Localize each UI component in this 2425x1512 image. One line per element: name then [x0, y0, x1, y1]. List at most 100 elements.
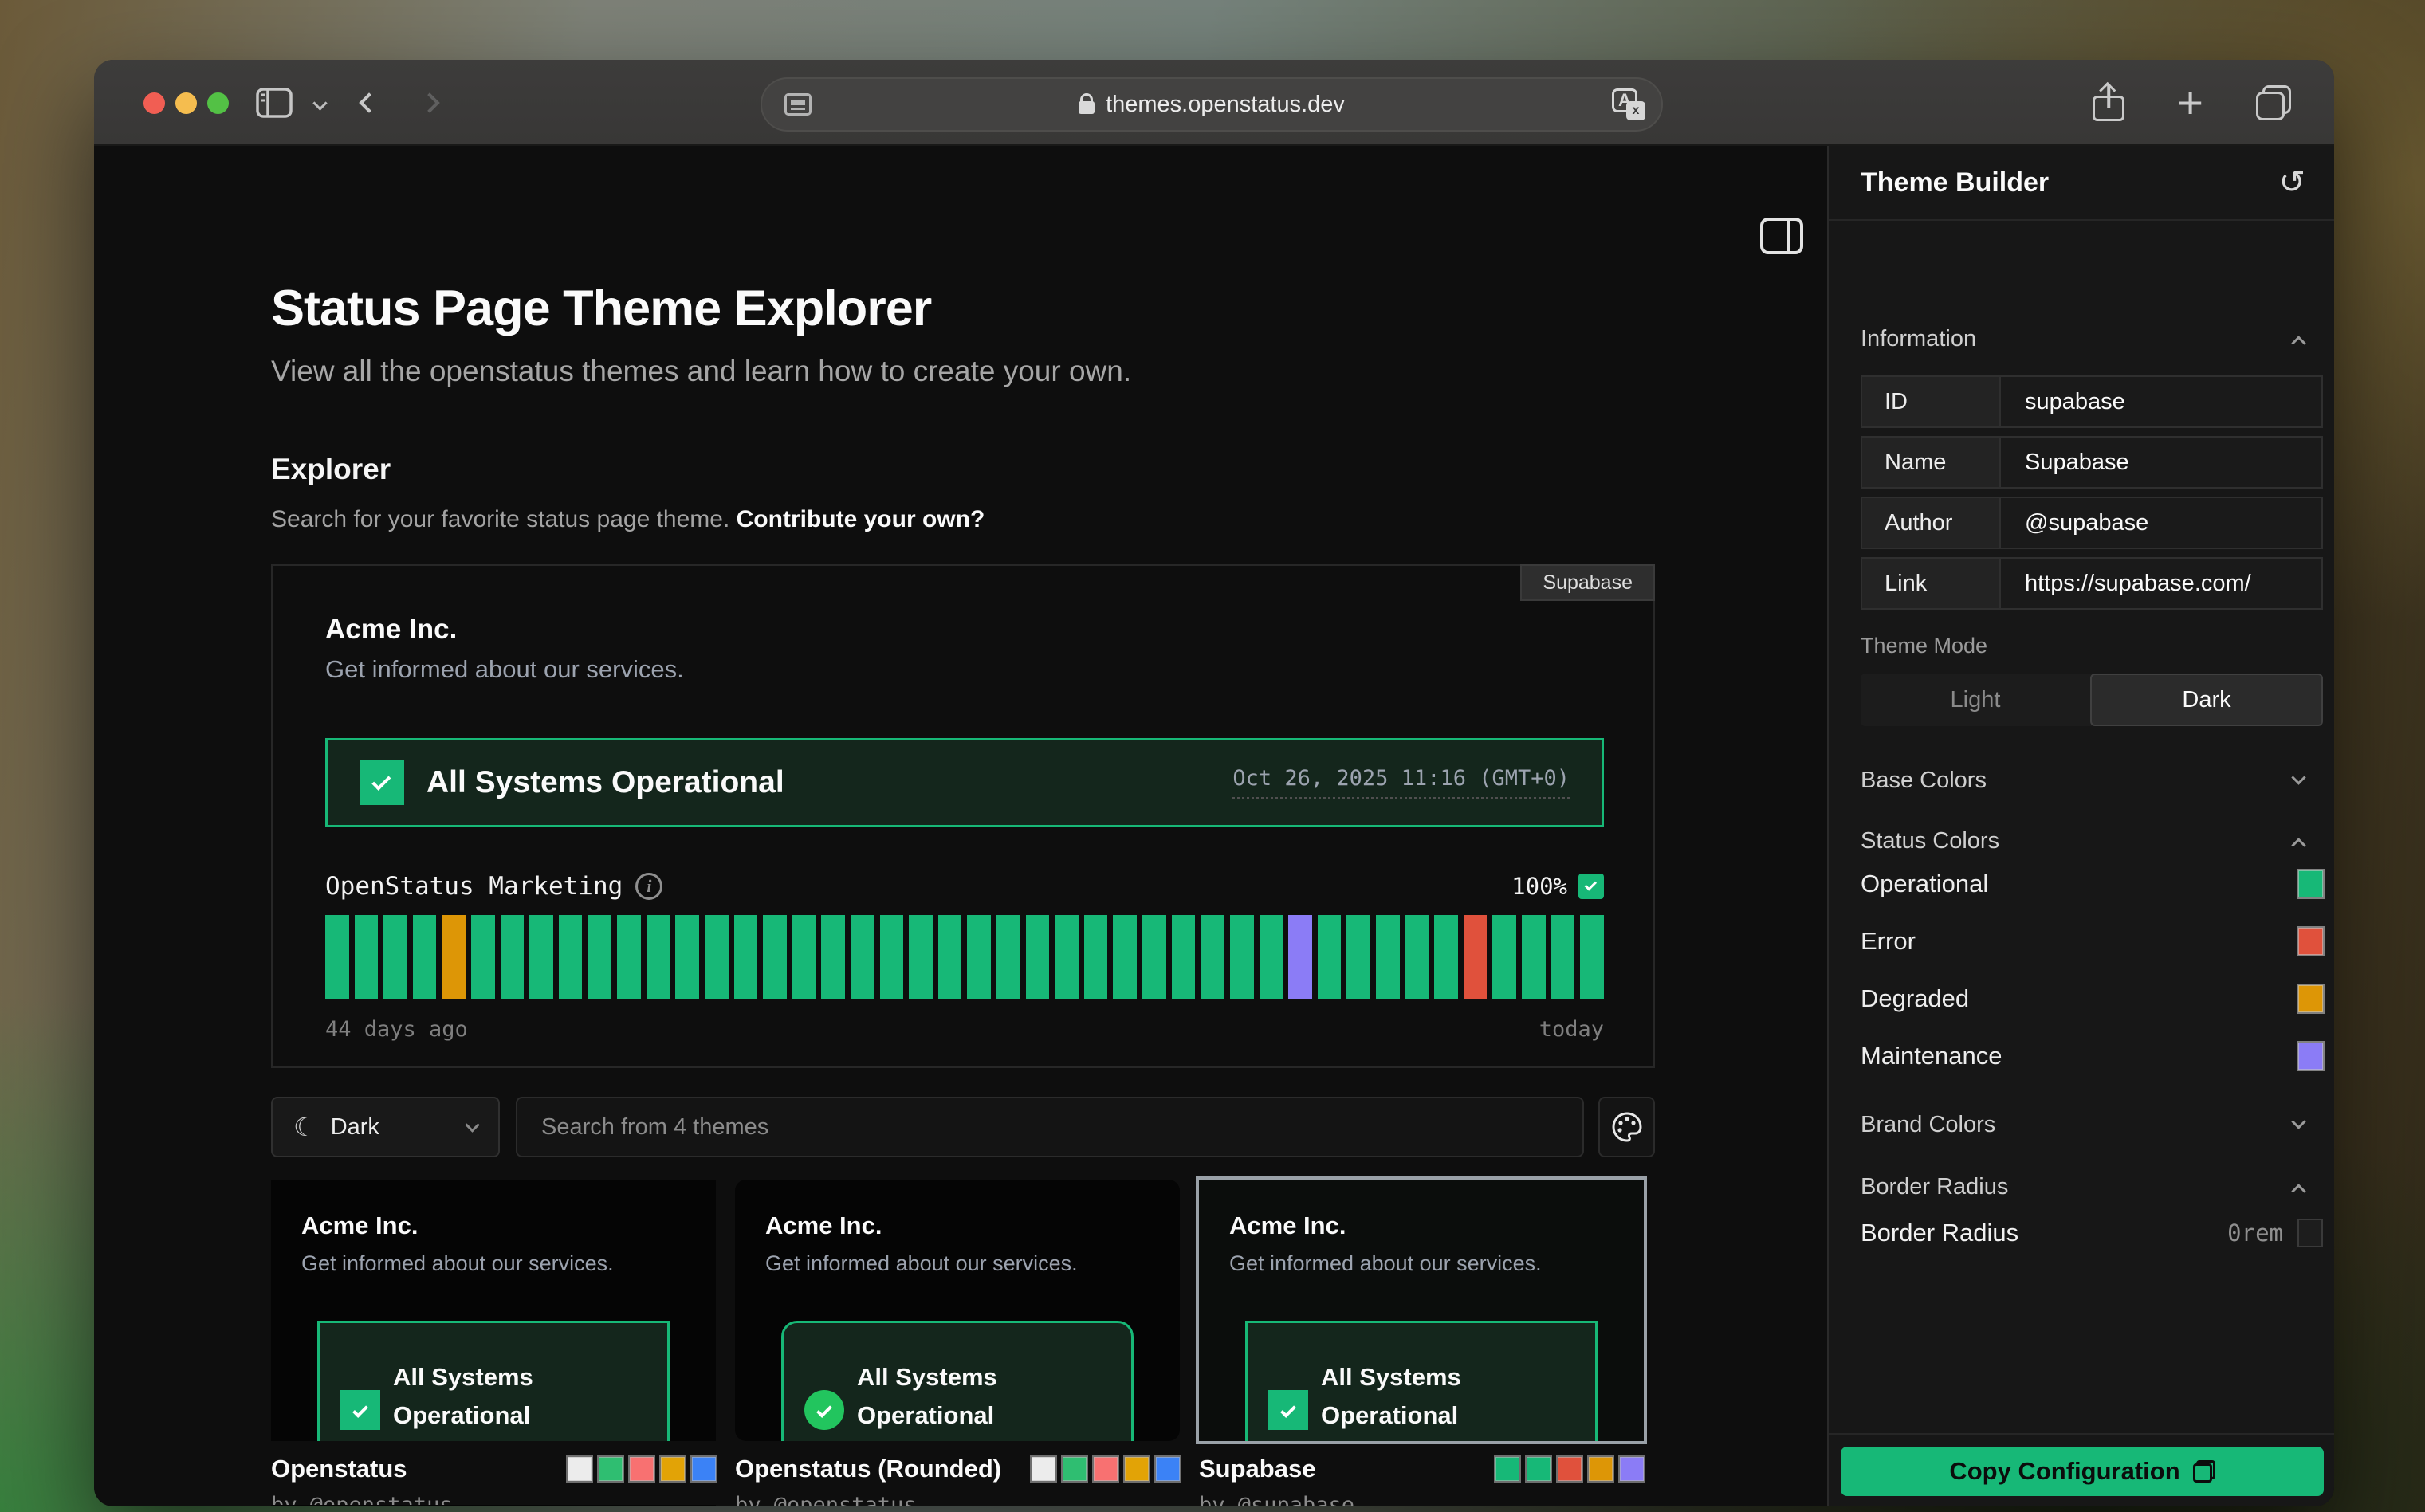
- uptime-bar-operational[interactable]: [1522, 915, 1546, 999]
- field-value-input[interactable]: https://supabase.com/: [1999, 559, 2321, 608]
- reader-mode-icon[interactable]: [784, 93, 812, 116]
- theme-card-supabase[interactable]: Acme Inc. Get informed about our service…: [1199, 1180, 1644, 1441]
- uptime-bar-operational[interactable]: [355, 915, 379, 999]
- palette-button[interactable]: [1598, 1097, 1655, 1157]
- copy-configuration-button[interactable]: Copy Configuration: [1841, 1447, 2324, 1496]
- sidebar-toggle-icon[interactable]: [250, 60, 298, 146]
- uptime-bar-operational[interactable]: [1260, 915, 1283, 999]
- theme-search-input[interactable]: [516, 1097, 1584, 1157]
- search-prompt-text: Search for your favorite status page the…: [271, 506, 737, 532]
- status-banner-timestamp[interactable]: Oct 26, 2025 11:16 (GMT+0): [1232, 766, 1570, 799]
- status-color-label: Degraded: [1861, 984, 1969, 1013]
- theme-card-partial[interactable]: Acme Inc. Get informed about our service…: [271, 1505, 716, 1506]
- uptime-bar-operational[interactable]: [529, 915, 553, 999]
- uptime-bar-operational[interactable]: [675, 915, 699, 999]
- url-text[interactable]: themes.openstatus.dev: [1106, 92, 1345, 118]
- border-radius-input[interactable]: [2297, 1219, 2323, 1247]
- theme-name: Openstatus: [271, 1455, 407, 1483]
- uptime-bar-operational[interactable]: [996, 915, 1020, 999]
- sidebar-dropdown-chevron-icon[interactable]: [308, 60, 332, 146]
- mode-dropdown[interactable]: ☾ Dark: [271, 1097, 500, 1157]
- field-value-input[interactable]: @supabase: [1999, 498, 2321, 548]
- uptime-bar-operational[interactable]: [1230, 915, 1254, 999]
- explorer-heading: Explorer: [271, 453, 391, 486]
- uptime-bar-operational[interactable]: [471, 915, 495, 999]
- back-icon[interactable]: [351, 60, 387, 146]
- card-site-title: Acme Inc.: [1229, 1212, 1613, 1240]
- section-base-colors[interactable]: Base Colors: [1861, 768, 2304, 794]
- section-information[interactable]: Information: [1861, 326, 2304, 352]
- zoom-window-button[interactable]: [207, 92, 229, 114]
- section-brand-colors[interactable]: Brand Colors: [1861, 1112, 2304, 1138]
- panel-right-toggle-icon[interactable]: [1760, 218, 1805, 259]
- section-status-colors[interactable]: Status Colors: [1861, 828, 2304, 854]
- reset-icon[interactable]: ↺: [2278, 167, 2305, 198]
- info-icon[interactable]: i: [635, 873, 662, 900]
- light-mode-button[interactable]: Light: [1861, 674, 2090, 726]
- uptime-bar-operational[interactable]: [383, 915, 407, 999]
- dark-mode-button[interactable]: Dark: [2090, 674, 2323, 726]
- color-swatch-picker[interactable]: [2298, 870, 2323, 897]
- uptime-bar-error[interactable]: [1464, 915, 1488, 999]
- field-value-input[interactable]: supabase: [1999, 377, 2321, 426]
- uptime-bar-operational[interactable]: [501, 915, 525, 999]
- color-swatch-picker[interactable]: [2298, 985, 2323, 1012]
- uptime-bar-degraded[interactable]: [442, 915, 466, 999]
- browser-toolbar: themes.openstatus.dev A x +: [94, 60, 2334, 146]
- uptime-bar-operational[interactable]: [1580, 915, 1604, 999]
- uptime-bar-operational[interactable]: [559, 915, 583, 999]
- section-border-radius[interactable]: Border Radius: [1861, 1174, 2304, 1200]
- uptime-bar-operational[interactable]: [1026, 915, 1050, 999]
- share-icon[interactable]: [2093, 84, 2124, 121]
- uptime-bar-operational[interactable]: [1142, 915, 1166, 999]
- new-tab-icon[interactable]: +: [2177, 81, 2203, 125]
- uptime-bar-operational[interactable]: [734, 915, 758, 999]
- color-swatch: [630, 1457, 654, 1481]
- tab-overview-icon[interactable]: [2256, 85, 2291, 120]
- moon-icon: ☾: [293, 1112, 316, 1142]
- uptime-bar-operational[interactable]: [325, 915, 349, 999]
- uptime-bar-operational[interactable]: [1318, 915, 1342, 999]
- uptime-bar-operational[interactable]: [763, 915, 787, 999]
- mode-dropdown-value: Dark: [331, 1114, 379, 1141]
- field-label: ID: [1862, 377, 1999, 426]
- uptime-bar-operational[interactable]: [1376, 915, 1400, 999]
- uptime-bar-operational[interactable]: [1055, 915, 1079, 999]
- uptime-bar-operational[interactable]: [1551, 915, 1575, 999]
- uptime-bar-maintenance[interactable]: [1288, 915, 1312, 999]
- forward-icon[interactable]: [411, 60, 448, 146]
- uptime-bar-operational[interactable]: [1084, 915, 1108, 999]
- uptime-bar-operational[interactable]: [617, 915, 641, 999]
- uptime-bar-operational[interactable]: [1434, 915, 1458, 999]
- theme-footer-openstatus-rounded: Openstatus (Rounded) by @openstatus: [735, 1455, 1180, 1506]
- uptime-bar-operational[interactable]: [1201, 915, 1224, 999]
- color-swatch-picker[interactable]: [2298, 1043, 2323, 1070]
- uptime-bar-operational[interactable]: [967, 915, 991, 999]
- uptime-bar-operational[interactable]: [647, 915, 670, 999]
- card-site-description: Get informed about our services.: [301, 1251, 686, 1276]
- translate-icon[interactable]: A x: [1612, 88, 1645, 120]
- uptime-bar-operational[interactable]: [851, 915, 874, 999]
- uptime-bar-operational[interactable]: [821, 915, 845, 999]
- theme-card-openstatus-rounded[interactable]: Acme Inc. Get informed about our service…: [735, 1180, 1180, 1441]
- theme-card-openstatus[interactable]: Acme Inc. Get informed about our service…: [271, 1180, 716, 1441]
- uptime-bar-operational[interactable]: [909, 915, 933, 999]
- uptime-bar-operational[interactable]: [588, 915, 611, 999]
- close-window-button[interactable]: [143, 92, 165, 114]
- field-value-input[interactable]: Supabase: [1999, 438, 2321, 487]
- uptime-bar-operational[interactable]: [1113, 915, 1137, 999]
- uptime-bar-operational[interactable]: [880, 915, 904, 999]
- uptime-bar-operational[interactable]: [705, 915, 729, 999]
- uptime-bar-operational[interactable]: [792, 915, 816, 999]
- uptime-bar-operational[interactable]: [1172, 915, 1196, 999]
- uptime-bar-operational[interactable]: [1346, 915, 1370, 999]
- uptime-bar-operational[interactable]: [413, 915, 437, 999]
- contribute-link[interactable]: Contribute your own?: [737, 506, 985, 532]
- color-swatch-picker[interactable]: [2298, 928, 2323, 955]
- uptime-bar-operational[interactable]: [1405, 915, 1429, 999]
- minimize-window-button[interactable]: [175, 92, 197, 114]
- uptime-bar-operational[interactable]: [938, 915, 962, 999]
- uptime-bar-operational[interactable]: [1492, 915, 1516, 999]
- address-bar[interactable]: themes.openstatus.dev A x: [761, 77, 1663, 132]
- field-author: Author @supabase: [1861, 497, 2323, 549]
